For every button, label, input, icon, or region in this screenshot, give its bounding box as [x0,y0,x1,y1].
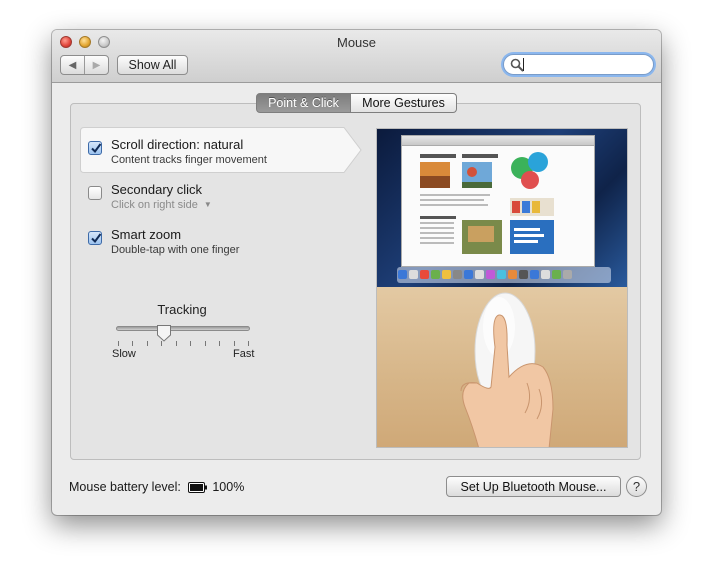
slider-tick [204,341,206,346]
slider-tick [248,341,249,346]
tracking-slider[interactable] [116,326,250,331]
slider-tick [219,341,221,346]
chevron-right-icon: ▶ [92,59,101,71]
battery-value: 100% [212,480,245,494]
gesture-preview-video [376,128,628,448]
show-all-button[interactable]: Show All [117,55,188,75]
mouse-preferences-window: Mouse ◀ ▶ Show All Point & Click More Ge… [52,30,661,515]
slider-tick [146,341,148,346]
back-button[interactable]: ◀ [61,56,85,74]
slider-tick [175,341,177,346]
help-button[interactable]: ? [626,476,647,497]
option-subtitle: Click on right side [111,199,198,211]
preview-dock [397,267,611,283]
slider-tick [233,341,235,346]
slider-max-label: Fast [233,348,255,360]
tab-point-and-click[interactable]: Point & Click [256,93,351,113]
tab-bar: Point & Click More Gestures [256,93,457,113]
checkmark-icon [91,233,102,244]
back-forward-control: ◀ ▶ [60,55,109,75]
battery-status: Mouse battery level: 100% [69,480,244,494]
option-subtitle: Double-tap with one finger [111,244,240,256]
preview-desk [377,287,627,447]
preview-desktop [377,129,627,287]
preview-webpage [420,152,554,254]
secondary-click-popup[interactable]: Click on right side ▼ [111,199,212,211]
title-bar: Mouse ◀ ▶ Show All [52,30,661,83]
slider-tick [118,341,119,346]
slider-thumb[interactable] [156,324,172,342]
battery-full-icon [188,482,208,493]
text-cursor [523,58,524,71]
search-field[interactable] [503,54,654,75]
slider-min-label: Slow [112,348,136,360]
option-subtitle: Content tracks finger movement [111,154,267,166]
checkmark-icon [91,143,102,154]
magic-mouse-hand-illustration [460,292,554,447]
slider-tick [132,341,134,346]
option-title: Secondary click [111,182,203,197]
set-up-bluetooth-mouse-button[interactable]: Set Up Bluetooth Mouse... [446,476,621,497]
option-title: Smart zoom [111,227,182,242]
forward-button[interactable]: ▶ [85,56,108,74]
tracking-label: Tracking [157,302,207,317]
chevron-left-icon: ◀ [68,59,77,71]
magnifier-icon [510,58,524,72]
battery-label: Mouse battery level: [69,480,181,494]
preview-browser-window [401,135,595,267]
tab-more-gestures[interactable]: More Gestures [351,93,457,113]
option-title: Scroll direction: natural [111,137,244,152]
window-title: Mouse [336,35,377,50]
slider-tick [190,341,192,346]
scroll-direction-checkbox[interactable] [88,141,102,155]
secondary-click-checkbox[interactable] [88,186,102,200]
smart-zoom-checkbox[interactable] [88,231,102,245]
chevron-down-icon: ▼ [203,200,212,209]
